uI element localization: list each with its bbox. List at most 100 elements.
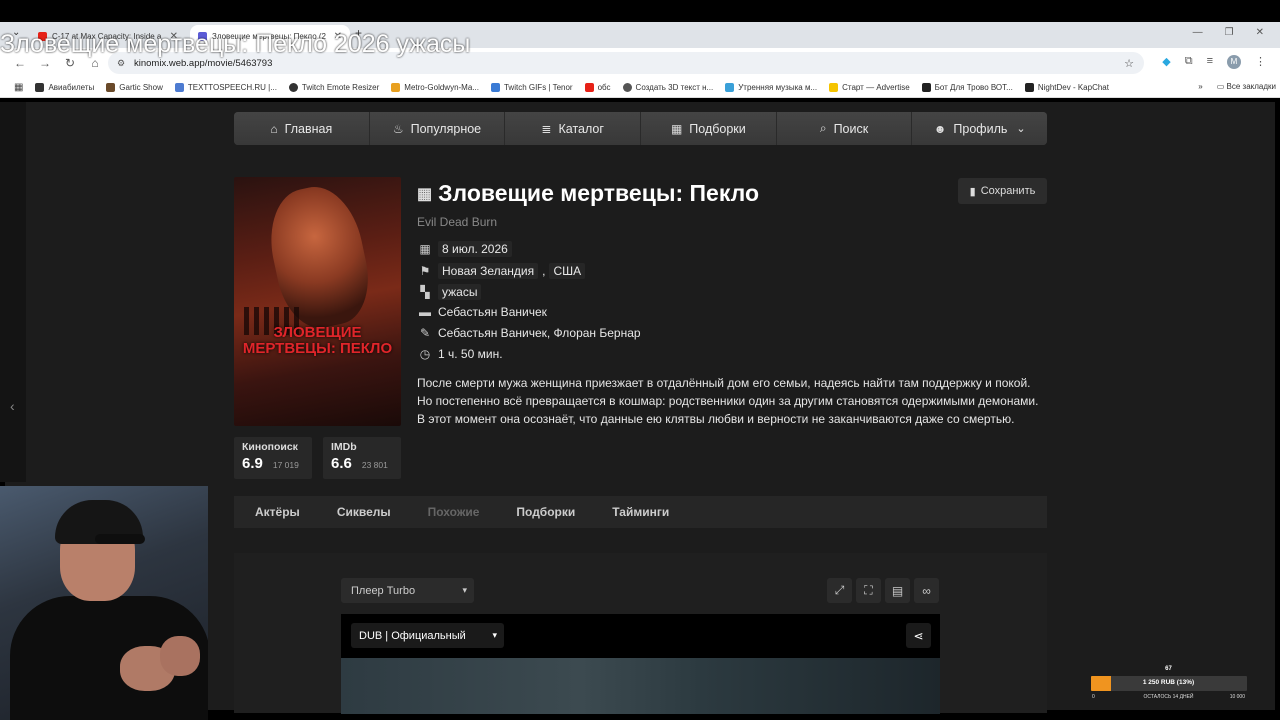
expand-icon[interactable]: ⤢ <box>827 578 852 603</box>
puzzle-icon[interactable]: ⧉ <box>1185 55 1193 69</box>
url-text: kinomix.web.app/movie/5463793 <box>134 57 273 69</box>
movie-title: ▦ Зловещие мертвецы: Пекло <box>417 180 759 207</box>
link-icon[interactable]: ∞ <box>914 578 939 603</box>
genre-icon: ▚ <box>420 285 430 299</box>
country-link[interactable]: США <box>549 263 586 279</box>
release-date-row: ▦ 8 июл. 2026 <box>417 241 512 257</box>
film-icon: ▦ <box>417 185 433 203</box>
countries-row: ⚑ Новая Зеландия , США <box>417 263 586 279</box>
site-navigation: ⌂ Главная ♨ Популярное ≣ Каталог ▦ Подборки … <box>234 112 1047 145</box>
duration: 1 ч. 50 мин. <box>438 347 503 361</box>
search-icon: ⌕ <box>819 121 827 135</box>
bookmark-item[interactable]: Утренняя музыка м... <box>725 83 817 92</box>
poster-title: ЗЛОВЕЩИЕ МЕРТВЕЦЫ: ПЕКЛО <box>242 324 393 357</box>
nav-popular[interactable]: ♨ Популярное <box>369 112 506 145</box>
country-link[interactable]: Новая Зеландия <box>438 263 539 279</box>
comment-icon[interactable]: ▤ <box>885 578 910 603</box>
bookmark-item[interactable]: Бот Для Трово ВОТ... <box>921 83 1013 92</box>
tab-actors[interactable]: Актёры <box>255 505 300 519</box>
extension-icon[interactable]: ◆ <box>1162 55 1170 69</box>
nav-profile[interactable]: ☻ Профиль ⌄ <box>912 112 1047 145</box>
window-top-bar <box>0 0 1280 22</box>
duration-row: ◷ 1 ч. 50 мин. <box>417 347 503 361</box>
release-date[interactable]: 8 июл. 2026 <box>438 241 512 257</box>
menu-icon[interactable]: ⋮ <box>1255 55 1266 69</box>
bookmark-item[interactable]: Авиабилеты <box>35 83 94 92</box>
calendar-icon: ▦ <box>419 242 431 256</box>
bookmarks-bar: ▦ Авиабилеты Gartic Show TEXTTOSPEECH.RU… <box>0 78 1280 98</box>
nav-collections[interactable]: ▦ Подборки <box>641 112 777 145</box>
fire-icon: ♨ <box>392 121 404 136</box>
donation-count: 67 <box>1165 666 1172 672</box>
rating-votes: 17 019 <box>272 460 299 470</box>
chevron-left-icon[interactable]: ‹ <box>10 398 15 414</box>
nav-home[interactable]: ⌂ Главная <box>234 112 370 145</box>
camera-icon: ▬ <box>419 305 431 319</box>
tab-collections[interactable]: Подборки <box>516 505 575 519</box>
donation-remaining: ОСТАЛОСЬ 14 ДНЕЙ <box>1143 694 1194 700</box>
clock-icon: ◷ <box>419 347 431 361</box>
rating-imdb: IMDb 6.6 23 801 <box>323 437 401 479</box>
bookmark-item[interactable]: NightDev - KapChat <box>1024 83 1109 92</box>
stream-title-overlay: Зловещие мертвецы: Пекло 2026 ужасы <box>0 30 471 58</box>
genre-link[interactable]: ужасы <box>438 284 482 300</box>
movie-description: После смерти мужа женщина приезжает в от… <box>417 376 1039 426</box>
bookmark-item[interactable]: Metro-Goldwyn-Ma... <box>391 83 479 92</box>
writers: Себастьян Ваничек, Флоран Бернар <box>438 326 641 340</box>
window-controls: — ❐ ✕ <box>1193 27 1264 38</box>
nav-catalog[interactable]: ≣ Каталог <box>505 112 642 145</box>
bookmark-star-icon[interactable]: ☆ <box>1124 57 1134 70</box>
dub-select[interactable]: DUB | Официальный ▾ <box>351 623 504 648</box>
bookmark-item[interactable]: обс <box>584 83 611 92</box>
rating-source: Кинопоиск <box>242 441 298 453</box>
fullscreen-icon[interactable]: ⛶ <box>856 578 881 603</box>
tab-timings[interactable]: Тайминги <box>612 505 669 519</box>
movie-poster: ЗЛОВЕЩИЕ МЕРТВЕЦЫ: ПЕКЛО <box>234 177 401 426</box>
user-icon: ☻ <box>933 121 947 136</box>
webcam-hand <box>160 636 200 676</box>
rating-kinopoisk: Кинопоиск 6.9 17 019 <box>234 437 312 479</box>
movie-title-text: Зловещие мертвецы: Пекло <box>438 180 759 206</box>
donation-max: 10 000 <box>1229 694 1245 700</box>
tab-similar[interactable]: Похожие <box>428 505 480 519</box>
restore-icon[interactable]: ❐ <box>1225 27 1234 38</box>
collections-icon: ▦ <box>670 121 683 136</box>
profile-avatar[interactable]: M <box>1227 55 1241 69</box>
bookmark-item[interactable]: Twitch GIFs | Tenor <box>490 83 573 92</box>
bookmark-item[interactable]: TEXTTOSPEECH.RU |... <box>174 83 277 92</box>
rating-source: IMDb <box>331 441 357 453</box>
minimize-icon[interactable]: — <box>1193 27 1203 38</box>
left-panel <box>0 102 26 482</box>
nav-search[interactable]: ⌕ Поиск <box>776 112 913 145</box>
chevron-down-icon: ▾ <box>462 585 467 595</box>
tab-sequels[interactable]: Сиквелы <box>337 505 391 519</box>
site-info-icon[interactable]: ⚙ <box>117 58 125 69</box>
bookmark-item[interactable]: Twitch Emote Resizer <box>288 83 379 92</box>
webcam-overlay <box>0 486 208 720</box>
player-select[interactable]: Плеер Turbo ▾ <box>341 578 474 603</box>
chevron-down-icon: ⌄ <box>1016 123 1026 135</box>
movie-tabs: Актёры Сиквелы Похожие Подборки Тайминги <box>234 496 1047 528</box>
home-icon: ⌂ <box>270 121 278 136</box>
flag-icon: ⚑ <box>419 264 431 278</box>
rating-value: 6.9 <box>242 455 263 472</box>
bookmark-item[interactable]: Gartic Show <box>106 83 163 92</box>
share-icon[interactable]: ⋖ <box>906 623 931 648</box>
genre-row: ▚ ужасы <box>417 284 482 300</box>
apps-icon[interactable]: ▦ <box>14 82 23 93</box>
bookmarks-right: » ▭ Все закладки <box>1198 82 1276 91</box>
bookmark-icon: ▮ <box>969 185 976 198</box>
donation-goal-widget: 67 1 250 RUB (13%) 0 ОСТАЛОСЬ 14 ДНЕЙ 10… <box>1090 666 1247 702</box>
pen-icon: ✎ <box>419 326 431 340</box>
rating-votes: 23 801 <box>361 460 388 470</box>
video-frame <box>341 658 940 714</box>
bookmark-item[interactable]: Старт — Advertise <box>829 83 910 92</box>
more-bookmarks-icon[interactable]: » <box>1198 82 1202 91</box>
bookmark-item[interactable]: Создать 3D текст н... <box>622 83 713 92</box>
media-icon[interactable]: ≡ <box>1207 55 1213 69</box>
country-separator: , <box>542 264 546 278</box>
close-window-icon[interactable]: ✕ <box>1256 27 1264 38</box>
writers-row: ✎ Себастьян Ваничек, Флоран Бернар <box>417 326 641 340</box>
all-bookmarks-button[interactable]: ▭ Все закладки <box>1217 82 1276 91</box>
save-button[interactable]: ▮ Сохранить <box>958 178 1047 204</box>
